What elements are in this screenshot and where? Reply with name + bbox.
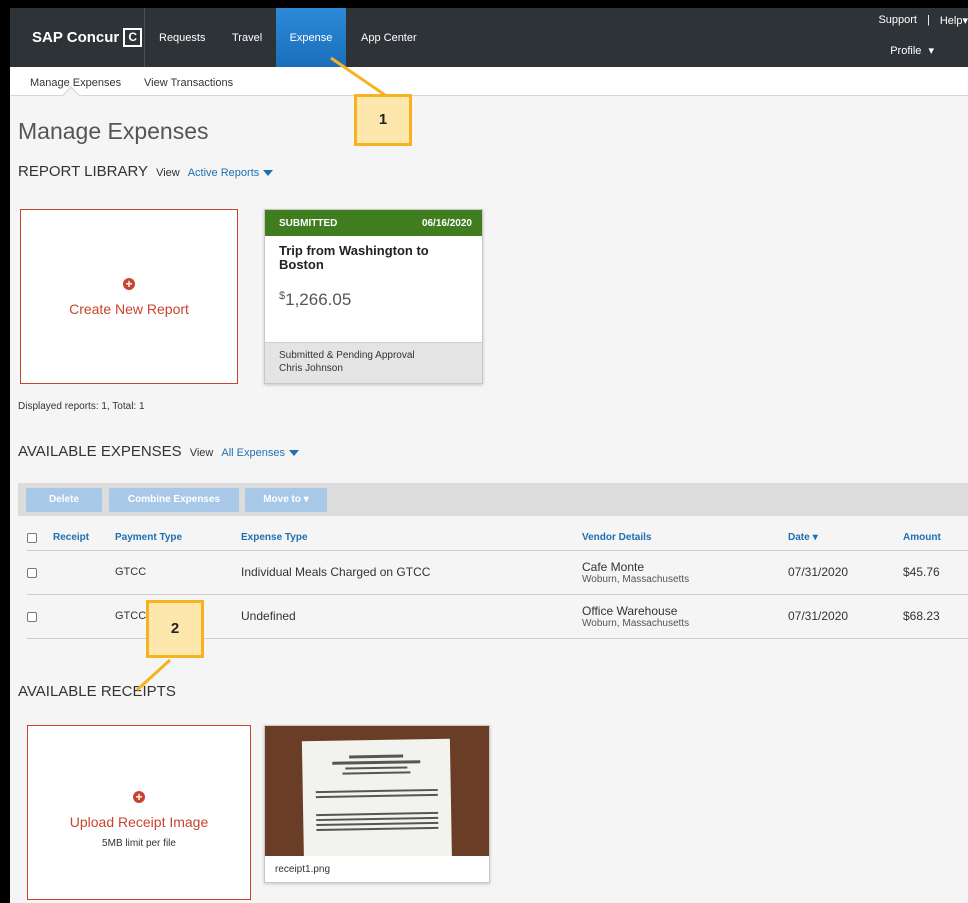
separator: | — [926, 14, 930, 26]
view-value: Active Reports — [187, 167, 260, 179]
amount-cell: $68.23 — [903, 594, 968, 639]
displayed-reports-count: Displayed reports: 1, Total: 1 — [18, 401, 145, 412]
amount-value: 1,266.05 — [285, 290, 352, 309]
logo[interactable]: SAP Concur C — [32, 28, 143, 47]
callout-1: 1 — [354, 94, 412, 146]
row-checkbox[interactable] — [27, 567, 37, 578]
receipt-filename: receipt1.png — [275, 864, 331, 875]
dropdown-triangle-icon — [263, 170, 274, 177]
subnav-view-transactions[interactable]: View Transactions — [144, 77, 233, 89]
support-row: Support | Help▾ — [878, 14, 968, 27]
logo-mark-icon: C — [123, 28, 143, 47]
expense-type-cell: Individual Meals Charged on GTCC — [241, 550, 582, 595]
nav-expense[interactable]: Expense — [276, 8, 346, 67]
expenses-toolbar: Delete Combine Expenses Move to ▾ — [18, 483, 968, 516]
report-library-header: REPORT LIBRARY View Active Reports — [18, 163, 274, 180]
nav-app-center[interactable]: App Center — [361, 8, 417, 67]
combine-expenses-button[interactable]: Combine Expenses — [109, 488, 239, 512]
report-title: Trip from Washington to Boston — [279, 243, 429, 272]
status-badge: SUBMITTED — [279, 217, 338, 229]
report-card-footer: Submitted & Pending Approval Chris Johns… — [265, 342, 482, 383]
section-title: AVAILABLE RECEIPTS — [18, 683, 176, 700]
row-select-cell — [27, 594, 53, 639]
receipt-thumbnail — [265, 726, 489, 856]
nav-divider — [144, 8, 145, 67]
view-label: View — [156, 167, 180, 179]
vendor-location: Woburn, Massachusetts — [582, 573, 690, 585]
approval-status: Submitted & Pending Approval — [279, 350, 415, 361]
nav-requests[interactable]: Requests — [159, 8, 205, 67]
col-date[interactable]: Date ▾ — [788, 526, 903, 551]
move-to-label: Move to — [263, 494, 301, 505]
top-nav: SAP Concur C Requests Travel Expense App… — [10, 8, 968, 67]
submitter-name: Chris Johnson — [279, 363, 343, 374]
upload-receipt-label: Upload Receipt Image — [69, 814, 209, 830]
active-caret-icon — [62, 86, 80, 104]
expense-type-cell: Undefined — [241, 594, 582, 639]
view-label: View — [189, 447, 214, 459]
receipt-card[interactable]: receipt1.png — [264, 725, 490, 883]
receipt-cell — [53, 594, 115, 639]
vendor-cell: Cafe Monte Woburn, Massachusetts — [582, 550, 788, 595]
row-checkbox[interactable] — [27, 611, 37, 622]
callout-2: 2 — [146, 600, 204, 658]
plus-circle-icon: + — [133, 791, 145, 803]
vendor-name: Cafe Monte — [582, 559, 645, 574]
nav-travel[interactable]: Travel — [232, 8, 262, 67]
col-amount[interactable]: Amount — [903, 526, 968, 551]
dropdown-triangle-icon — [288, 450, 299, 457]
page-title: Manage Expenses — [18, 118, 209, 144]
report-view-dropdown[interactable]: Active Reports — [188, 167, 274, 179]
sort-desc-icon: ▾ — [812, 532, 818, 544]
col-vendor-details[interactable]: Vendor Details — [582, 526, 788, 551]
date-cell: 07/31/2020 — [788, 594, 903, 639]
chevron-down-icon: ▾ — [928, 45, 934, 57]
view-value: All Expenses — [221, 447, 285, 459]
sub-nav: Manage Expenses View Transactions — [10, 67, 968, 104]
col-expense-type[interactable]: Expense Type — [241, 526, 582, 551]
section-title: AVAILABLE EXPENSES — [18, 443, 182, 460]
chevron-down-icon: ▾ — [303, 494, 309, 505]
subnav-manage-expenses[interactable]: Manage Expenses — [30, 77, 121, 89]
row-select-cell — [27, 550, 53, 595]
date-cell: 07/31/2020 — [788, 550, 903, 595]
chevron-down-icon: ▾ — [962, 15, 968, 27]
receipt-paper-image — [301, 738, 453, 856]
col-payment-type[interactable]: Payment Type — [115, 526, 241, 551]
col-receipt[interactable]: Receipt — [53, 526, 115, 551]
report-amount: $1,266.05 — [265, 272, 482, 310]
help-link[interactable]: Help▾ — [940, 14, 968, 27]
vendor-name: Office Warehouse — [582, 603, 678, 618]
select-all-checkbox[interactable] — [27, 532, 37, 543]
create-new-report-tile[interactable]: + Create New Report — [20, 209, 238, 384]
profile-label: Profile — [890, 45, 922, 57]
receipt-cell — [53, 550, 115, 595]
table-row[interactable]: GTCC Individual Meals Charged on GTCC Ca… — [27, 550, 968, 595]
col-date-label: Date — [788, 532, 810, 544]
upload-receipt-tile[interactable]: + Upload Receipt Image 5MB limit per fil… — [27, 725, 251, 900]
report-date: 06/16/2020 — [421, 217, 472, 229]
amount-cell: $45.76 — [903, 550, 968, 595]
section-title: REPORT LIBRARY — [18, 163, 149, 180]
report-card[interactable]: SUBMITTED 06/16/2020 Trip from Washingto… — [264, 209, 483, 384]
payment-type-cell: GTCC — [115, 550, 241, 595]
table-header-row: Receipt Payment Type Expense Type Vendor… — [27, 526, 968, 551]
profile-menu[interactable]: Profile ▾ — [890, 44, 934, 57]
expenses-view-dropdown[interactable]: All Expenses — [221, 447, 299, 459]
delete-button[interactable]: Delete — [26, 488, 102, 512]
move-to-button[interactable]: Move to ▾ — [245, 488, 327, 512]
report-card-header: SUBMITTED 06/16/2020 — [265, 210, 482, 236]
create-report-label: Create New Report — [69, 301, 189, 317]
select-all-cell — [27, 526, 53, 551]
upload-limit-text: 5MB limit per file — [102, 838, 176, 849]
help-label: Help — [939, 15, 963, 27]
available-receipts-header: AVAILABLE RECEIPTS — [18, 683, 176, 700]
logo-text: SAP Concur — [32, 29, 120, 46]
plus-circle-icon: + — [123, 278, 135, 290]
vendor-location: Woburn, Massachusetts — [582, 617, 690, 629]
available-expenses-header: AVAILABLE EXPENSES View All Expenses — [18, 443, 299, 460]
support-link[interactable]: Support — [878, 14, 917, 27]
app-frame: SAP Concur C Requests Travel Expense App… — [10, 8, 968, 903]
vendor-cell: Office Warehouse Woburn, Massachusetts — [582, 594, 788, 639]
